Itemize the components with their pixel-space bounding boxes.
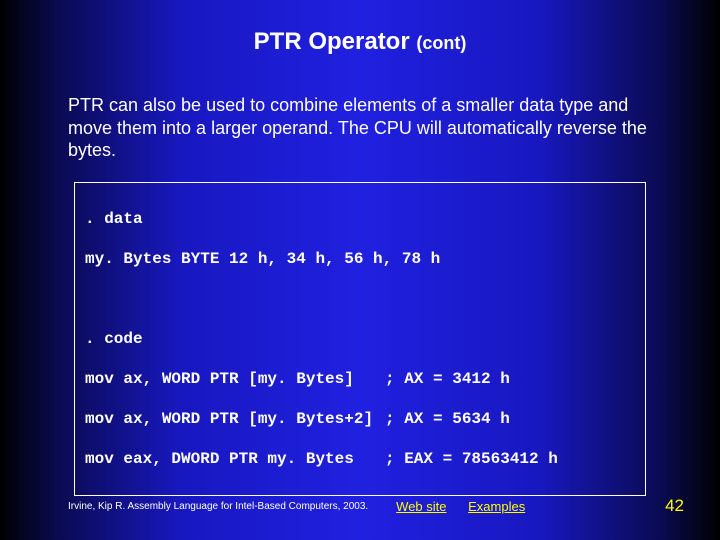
title-sub: (cont) xyxy=(416,33,466,53)
code-line xyxy=(85,289,635,309)
code-comment: ; EAX = 78563412 h xyxy=(385,449,558,469)
code-instr: mov eax, DWORD PTR my. Bytes xyxy=(85,449,385,469)
code-comment: ; AX = 5634 h xyxy=(385,409,510,429)
code-line: mov ax, WORD PTR [my. Bytes]; AX = 3412 … xyxy=(85,369,635,389)
footer-links: Web site Examples xyxy=(396,499,543,514)
code-comment: ; AX = 3412 h xyxy=(385,369,510,389)
code-line: mov eax, DWORD PTR my. Bytes; EAX = 7856… xyxy=(85,449,635,469)
code-instr: mov ax, WORD PTR [my. Bytes+2] xyxy=(85,409,385,429)
page-number: 42 xyxy=(665,496,684,516)
body-paragraph: PTR can also be used to combine elements… xyxy=(0,56,720,162)
code-block: . data my. Bytes BYTE 12 h, 34 h, 56 h, … xyxy=(74,182,646,496)
code-line: . data xyxy=(85,209,635,229)
title-main: PTR Operator xyxy=(254,28,410,55)
code-line: . code xyxy=(85,329,635,349)
footer: Irvine, Kip R. Assembly Language for Int… xyxy=(0,496,720,516)
attribution-text: Irvine, Kip R. Assembly Language for Int… xyxy=(68,501,368,512)
code-line: my. Bytes BYTE 12 h, 34 h, 56 h, 78 h xyxy=(85,249,635,269)
examples-link[interactable]: Examples xyxy=(468,499,525,514)
code-instr: mov ax, WORD PTR [my. Bytes] xyxy=(85,369,385,389)
code-line: mov ax, WORD PTR [my. Bytes+2]; AX = 563… xyxy=(85,409,635,429)
web-site-link[interactable]: Web site xyxy=(396,499,446,514)
slide-title: PTR Operator (cont) xyxy=(0,0,720,56)
